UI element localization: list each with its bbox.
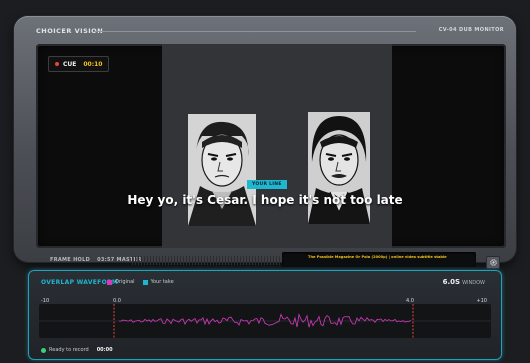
status-text: Ready to record (49, 347, 89, 353)
legend-swatch-original (107, 279, 112, 285)
transport-info: FRAME HOLD 03:57 MASTER (50, 257, 141, 263)
waveform-panel: OVERLAP WAVEFORM Original Your take 6.0S… (28, 270, 502, 360)
caption-credit: The Possible Magazine Or Polo (2000p) | … (308, 255, 447, 259)
cue-label: CUE (63, 60, 77, 68)
record-status: Ready to record 00:00 (41, 347, 113, 353)
gear-icon (489, 259, 497, 266)
waveform-legend: Original Your take (107, 279, 174, 285)
bezel-header: CHOICER VISION CV-04 DUB MONITOR (36, 26, 504, 38)
legend-label-original: Original (115, 279, 135, 285)
monitor-bezel: CHOICER VISION CV-04 DUB MONITOR CUE 00:… (14, 16, 516, 269)
legend-label-your-take: Your take (150, 279, 174, 285)
timeline-ticks[interactable] (132, 256, 280, 265)
waveform-canvas[interactable] (39, 304, 491, 338)
model-label: CV-04 DUB MONITOR (438, 27, 504, 33)
window-unit: WINDOW (462, 280, 485, 286)
your-line-badge: YOUR LINE (247, 180, 287, 189)
legend-your-take: Your take (142, 279, 174, 285)
subtitle-text: Hey yo, it's Cesar. I hope it's not too … (127, 193, 403, 207)
status-dot-icon (41, 347, 46, 353)
video-screen: CUE 00:10 (36, 44, 506, 248)
legend-original: Original (107, 279, 135, 285)
character-left-image (188, 114, 256, 226)
window-size[interactable]: 6.0S WINDOW (443, 278, 485, 286)
record-timecode: 00:00 (96, 347, 113, 353)
settings-button[interactable] (486, 256, 500, 269)
video-frame[interactable] (162, 44, 392, 248)
character-right-image (308, 112, 370, 224)
window-value: 6.0S (442, 278, 461, 286)
legend-swatch-your-take (142, 279, 148, 285)
record-dot-icon (55, 62, 59, 66)
cue-badge: CUE 00:10 (48, 56, 110, 72)
header-divider (94, 31, 416, 32)
cue-timecode: 00:10 (83, 60, 103, 68)
frame-hold-label[interactable]: FRAME HOLD (50, 257, 90, 263)
